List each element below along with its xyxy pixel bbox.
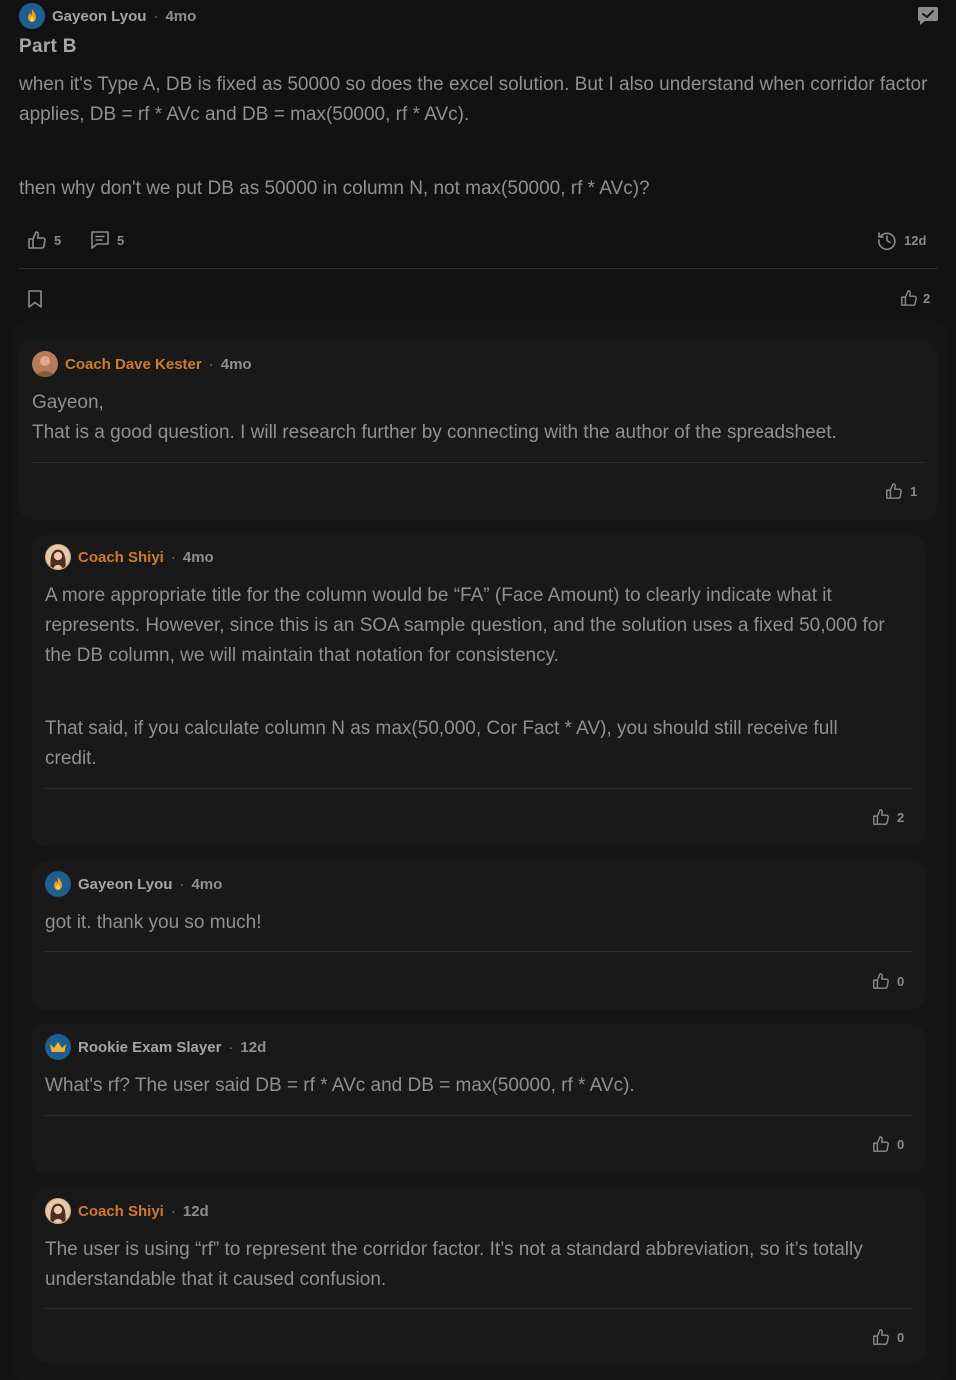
thumbs-up-icon	[28, 231, 46, 249]
reply-divider	[45, 1115, 912, 1116]
crown-icon	[50, 1042, 66, 1052]
reply-like-count: 0	[897, 1329, 905, 1345]
reply-like-button[interactable]: 0	[872, 972, 904, 990]
separator-dot: ·	[170, 1202, 176, 1220]
reply-like-button[interactable]: 1	[885, 482, 917, 500]
thumbs-up-icon	[873, 1136, 889, 1152]
message-check-icon[interactable]	[917, 6, 939, 31]
separator-dot: ·	[153, 7, 159, 25]
reply-author-name[interactable]: Rookie Exam Slayer	[78, 1039, 221, 1056]
reply-author-name[interactable]: Gayeon Lyou	[78, 876, 172, 893]
post-body-paragraph: then why don't we put DB as 50000 in col…	[19, 178, 650, 199]
reply-time: 4mo	[182, 548, 214, 566]
reply-divider	[32, 462, 925, 463]
reply-paragraph: A more appropriate title for the column …	[45, 585, 890, 666]
flame-badge-avatar[interactable]	[19, 3, 45, 29]
reply-line: Gayeon,	[32, 392, 104, 413]
thread-like-button[interactable]: 2	[900, 289, 930, 307]
reply-time: 4mo	[220, 355, 252, 373]
thumbs-up-icon	[873, 973, 889, 989]
reply-paragraph: That said, if you calculate column N as …	[45, 718, 844, 769]
thumbs-up-icon	[873, 1329, 889, 1345]
flame-icon	[28, 9, 36, 22]
reply-like-count: 2	[897, 809, 905, 825]
last-activity-time: 12d	[904, 232, 927, 248]
separator-dot: ·	[228, 1038, 234, 1056]
reply-divider	[45, 951, 912, 952]
separator-dot: ·	[208, 355, 214, 373]
post-like-count: 5	[54, 232, 62, 248]
reply-like-count: 1	[910, 483, 918, 499]
comment-icon	[91, 231, 109, 249]
post-time: 4mo	[165, 7, 197, 25]
post-body-paragraph: when it's Type A, DB is fixed as 50000 s…	[19, 74, 933, 125]
thumbs-up-icon	[873, 809, 889, 825]
post-author-name[interactable]: Gayeon Lyou	[52, 8, 146, 25]
reply-author-name[interactable]: Coach Shiyi	[78, 1203, 164, 1220]
reply-like-button[interactable]: 0	[872, 1328, 904, 1346]
reply-author-row: Gayeon Lyou · 4mo	[45, 871, 222, 897]
flame-icon	[54, 877, 62, 890]
reply-author-row: Coach Dave Kester · 4mo	[32, 351, 252, 377]
reply-like-count: 0	[897, 1136, 905, 1152]
post-comments-button[interactable]: 5	[90, 230, 124, 250]
reply-like-count: 0	[897, 973, 905, 989]
avatar[interactable]	[45, 544, 71, 570]
reply-author-row: Rookie Exam Slayer · 12d	[45, 1034, 266, 1060]
thread-like-count: 2	[923, 290, 931, 306]
post-comment-count: 5	[117, 232, 125, 248]
avatar[interactable]	[45, 1198, 71, 1224]
thumbs-up-icon	[886, 483, 902, 499]
reply-body: Gayeon, That is a good question. I will …	[32, 388, 927, 448]
bookmark-icon	[28, 290, 42, 308]
separator-dot: ·	[179, 875, 185, 893]
reply-like-button[interactable]: 0	[872, 1135, 904, 1153]
reply-text: got it. thank you so much!	[45, 912, 262, 933]
reply-line: That is a good question. I will research…	[32, 422, 837, 443]
flame-badge-avatar[interactable]	[45, 871, 71, 897]
bookmark-button[interactable]	[27, 289, 43, 314]
reply-text: The user is using “rf” to represent the …	[45, 1239, 869, 1290]
separator-dot: ·	[170, 548, 176, 566]
reply-author-row: Coach Shiyi · 4mo	[45, 544, 214, 570]
post-body: when it's Type A, DB is fixed as 50000 s…	[19, 70, 929, 130]
reply-author-name[interactable]: Coach Dave Kester	[65, 356, 202, 373]
history-icon	[878, 232, 896, 250]
reply-like-button[interactable]: 2	[872, 808, 904, 826]
crown-badge-avatar[interactable]	[45, 1034, 71, 1060]
reply-body: The user is using “rf” to represent the …	[45, 1235, 915, 1295]
reply-divider	[45, 788, 912, 789]
post-title: Part B	[19, 36, 77, 57]
post-like-button[interactable]: 5	[27, 230, 61, 250]
post-body-2: then why don't we put DB as 50000 in col…	[19, 174, 929, 204]
reply-author-row: Coach Shiyi · 12d	[45, 1198, 209, 1224]
post-last-activity: 12d	[877, 230, 926, 250]
reply-author-name[interactable]: Coach Shiyi	[78, 549, 164, 566]
reply-body-2: That said, if you calculate column N as …	[45, 714, 845, 774]
reply-divider	[45, 1308, 912, 1309]
post-divider	[19, 268, 938, 269]
reply-time: 12d	[240, 1038, 267, 1056]
reply-text: What's rf? The user said DB = rf * AVc a…	[45, 1075, 635, 1096]
reply-body: What's rf? The user said DB = rf * AVc a…	[45, 1071, 905, 1101]
thumbs-up-icon	[901, 290, 917, 306]
reply-time: 4mo	[191, 875, 223, 893]
avatar[interactable]	[32, 351, 58, 377]
reply-body: got it. thank you so much!	[45, 908, 905, 938]
reply-body: A more appropriate title for the column …	[45, 581, 905, 671]
post-author-row: Gayeon Lyou · 4mo	[19, 3, 196, 29]
reply-time: 12d	[182, 1202, 209, 1220]
